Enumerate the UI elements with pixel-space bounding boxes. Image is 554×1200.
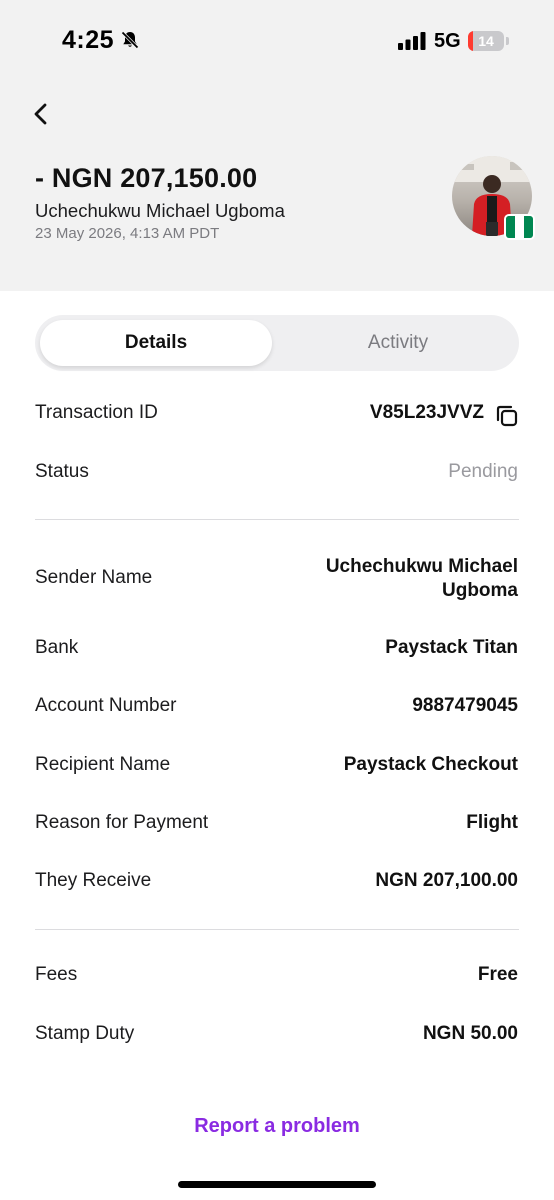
recipient-name-value: Paystack Checkout (343, 754, 518, 775)
fees-label: Fees (35, 964, 78, 985)
counterparty-name: Uchechukwu Michael Ugboma (35, 200, 285, 221)
transaction-datetime: 23 May 2026, 4:13 AM PDT (35, 225, 220, 242)
transaction-id-label: Transaction ID (35, 402, 158, 423)
fees-value: Free (477, 964, 518, 985)
report-problem-link[interactable]: Report a problem (0, 1115, 554, 1138)
copy-icon[interactable] (494, 403, 520, 429)
status-time: 4:25 (62, 26, 115, 54)
nigeria-flag-icon (504, 214, 535, 240)
tab-activity[interactable]: Activity (282, 320, 514, 366)
status-label: Status (35, 461, 89, 482)
details-activity-tabs: Details Activity (35, 315, 519, 371)
recipient-name-label: Recipient Name (35, 754, 171, 775)
transaction-amount: - NGN 207,150.00 (35, 163, 258, 193)
account-number-value: 9887479045 (412, 695, 518, 716)
bank-value: Paystack Titan (385, 637, 518, 658)
home-indicator (178, 1181, 376, 1188)
divider (35, 519, 519, 520)
they-receive-label: They Receive (35, 870, 152, 891)
flag-stripe (524, 216, 533, 238)
signal-icon (398, 32, 426, 50)
they-receive-value: NGN 207,100.00 (375, 870, 518, 891)
bank-label: Bank (35, 637, 79, 658)
reason-label: Reason for Payment (35, 812, 209, 833)
status-bar: 4:25 5G 14 (0, 0, 554, 84)
sender-name-label: Sender Name (35, 567, 153, 588)
battery-icon: 14 (468, 31, 504, 51)
battery-nub (506, 37, 509, 45)
transaction-header: 4:25 5G 14 - NGN 207,150.00 Uchechukwu M… (0, 0, 554, 291)
flag-stripe (506, 216, 515, 238)
sender-name-value: Uchechukwu Michael Ugboma (325, 556, 518, 601)
transaction-id-value: V85L23JVVZ (369, 402, 484, 423)
network-type: 5G (434, 30, 461, 52)
flag-stripe (515, 216, 524, 238)
account-number-label: Account Number (35, 695, 177, 716)
bell-slash-icon (121, 31, 139, 49)
status-value: Pending (448, 461, 518, 482)
stamp-duty-label: Stamp Duty (35, 1023, 135, 1044)
back-chevron-icon[interactable] (28, 99, 56, 129)
battery-level: 14 (478, 33, 494, 49)
divider (35, 929, 519, 930)
stamp-duty-value: NGN 50.00 (422, 1023, 518, 1044)
tab-details[interactable]: Details (40, 320, 272, 366)
reason-value: Flight (466, 812, 518, 833)
